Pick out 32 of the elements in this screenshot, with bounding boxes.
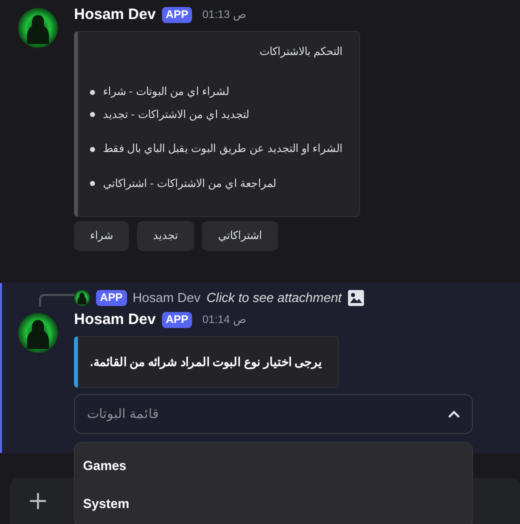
app-badge: APP (96, 290, 127, 306)
app-badge: APP (162, 7, 192, 24)
reply-connector (38, 293, 74, 307)
bullet-icon (90, 181, 95, 186)
bullet-icon (90, 90, 95, 95)
list-item: الشراء او التجديد عن طريق البوت يقبل الباي بال فقط (103, 142, 343, 157)
dropdown-option[interactable]: System (75, 484, 472, 522)
action-button[interactable]: تجديد (137, 221, 194, 251)
add-icon[interactable] (28, 491, 48, 511)
image-icon (348, 290, 364, 306)
reply-text[interactable]: Click to see attachment (206, 288, 342, 308)
select-field[interactable]: قائمة البوتات (74, 394, 473, 434)
bullet-icon (90, 146, 95, 152)
list-item: لمراجعة اي من الاشتراكات - اشتراكاتي (103, 176, 276, 192)
action-button[interactable]: اشتراكاتي (202, 221, 278, 251)
bullet-icon (90, 112, 95, 118)
avatar[interactable] (18, 8, 58, 48)
select-placeholder: قائمة البوتات (87, 404, 159, 424)
author-name[interactable]: Hosam Dev (74, 309, 156, 332)
action-button[interactable]: شراء (74, 221, 129, 251)
reply-author[interactable]: Hosam Dev (132, 288, 201, 308)
avatar[interactable] (74, 290, 90, 306)
list-item: لشراء اي من البوتات - شراء (103, 85, 229, 100)
timestamp: 01:13 ص (202, 8, 246, 23)
embed-text: يرجى اختيار نوع البوت المراد شرائه من القائمة. (90, 354, 322, 372)
app-badge: APP (162, 312, 192, 328)
list-item: لتجديد اي من الاشتراكات - تجديد (103, 108, 249, 123)
timestamp: 01:14 ص (202, 313, 246, 328)
author-name[interactable]: Hosam Dev (74, 4, 156, 26)
dropdown-option[interactable]: Games (75, 446, 472, 484)
embed-title: التحكم بالاشتراكات (258, 44, 343, 60)
avatar[interactable] (18, 313, 58, 353)
